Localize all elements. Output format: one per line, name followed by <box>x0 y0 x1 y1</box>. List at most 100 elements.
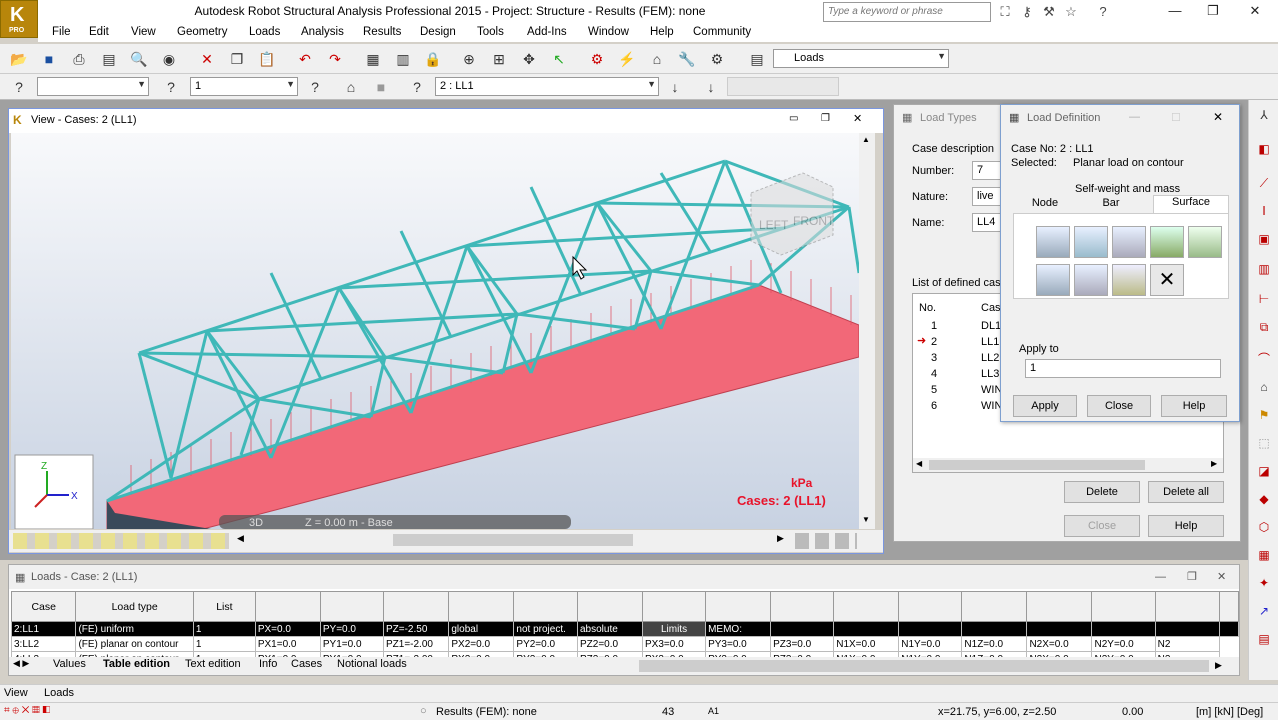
hydrostatic-load-icon[interactable] <box>1150 226 1184 258</box>
menu-file[interactable]: File <box>52 26 71 38</box>
view-tools-strip[interactable] <box>13 533 229 549</box>
horizontal-scroll-thumb[interactable] <box>393 534 633 546</box>
ld-close-text-button[interactable]: Close <box>1087 395 1151 417</box>
table-cell[interactable]: N1Y=0.0 <box>898 636 963 652</box>
tab-table-edition[interactable]: Table edition <box>103 658 170 670</box>
contour-load-icon[interactable] <box>1036 264 1070 296</box>
table-header[interactable] <box>1154 591 1220 622</box>
preview-icon[interactable]: 🔍 <box>128 48 150 70</box>
view-vertical-scrollbar[interactable]: ▲ ▼ <box>859 133 875 529</box>
list-item[interactable]: LL3 <box>981 368 999 380</box>
list-item[interactable]: LL1 <box>981 336 999 348</box>
arc-icon[interactable]: ⌒ <box>1255 350 1273 368</box>
gray-square-icon[interactable]: ■ <box>370 76 392 98</box>
support-icon[interactable]: ⅄ <box>1255 106 1273 124</box>
table-cell[interactable]: PY2=0.0 <box>513 636 578 652</box>
table-cell[interactable] <box>898 621 963 637</box>
table-cell[interactable]: PX=0.0 <box>254 621 321 637</box>
layout-combo[interactable]: Loads ▼ <box>773 49 949 68</box>
table-cell[interactable]: N2 <box>1154 636 1220 652</box>
tab-bar[interactable]: Bar <box>1079 197 1143 213</box>
status-tools-icon[interactable]: ⌗ ⊕ ✕ ▦ ◧ <box>4 705 50 716</box>
node-icon[interactable]: ✦ <box>1255 574 1273 592</box>
uniform-load-icon[interactable] <box>1036 226 1070 258</box>
minimize-button[interactable]: — <box>1160 2 1190 20</box>
scroll-right-icon[interactable]: ▶ <box>1211 459 1217 468</box>
panel-icon[interactable]: ▣ <box>1255 230 1273 248</box>
search-input[interactable]: Type a keyword or phrase <box>823 2 991 22</box>
save-icon[interactable]: ■ <box>38 48 60 70</box>
cases-hscrollbar[interactable]: ◀ ▶ <box>913 458 1223 472</box>
table-cell[interactable]: global <box>448 621 515 637</box>
menu-edit[interactable]: Edit <box>89 26 109 38</box>
grid-icon[interactable]: ▥ <box>1255 260 1273 278</box>
table-cell[interactable] <box>770 621 835 637</box>
table-cell[interactable]: N2X=0.0 <box>1026 636 1093 652</box>
case-icon[interactable]: ? <box>406 76 428 98</box>
truss-model[interactable]: LEFT FRONT Z X kPa Cases: 2 (LL1) 3D Z =… <box>11 133 859 529</box>
modify-icon[interactable]: ⚡ <box>616 48 638 70</box>
profile-icon[interactable]: Ⅰ <box>1255 202 1273 220</box>
menu-help[interactable]: Help <box>650 26 674 38</box>
release-icon[interactable]: ⊢ <box>1255 290 1273 308</box>
list-item[interactable]: 2 <box>931 336 937 348</box>
scroll-left-icon[interactable]: ◀ <box>237 533 244 544</box>
shape-icon[interactable]: ⬚ <box>1255 434 1273 452</box>
table-cell[interactable]: PZ3=0.0 <box>770 636 835 652</box>
erase-icon[interactable]: ◆ <box>1255 490 1273 508</box>
bar-select-icon[interactable]: ? <box>304 76 326 98</box>
key-icon[interactable]: ⚷ <box>1018 3 1036 21</box>
scroll-down-icon[interactable]: ▼ <box>862 515 870 524</box>
load-types-help-button[interactable]: Help <box>1148 515 1224 537</box>
table-cell[interactable]: Limits <box>641 621 707 637</box>
menu-view[interactable]: View <box>131 26 156 38</box>
loads-close-button[interactable]: ✕ <box>1217 570 1226 583</box>
table-cell[interactable]: PX2=0.0 <box>448 636 515 652</box>
menu-addins[interactable]: Add-Ins <box>527 26 567 38</box>
app-logo[interactable]: K PRO <box>0 0 38 38</box>
load-arrow-icon[interactable]: ↓ <box>664 76 686 98</box>
table-cell[interactable]: PZ2=0.0 <box>576 636 643 652</box>
delete-icon[interactable]: ✕ <box>196 48 218 70</box>
print-icon[interactable]: ⎙ <box>68 48 90 70</box>
table-cell[interactable]: 1 <box>192 636 256 652</box>
ld-help-button[interactable]: Help <box>1161 395 1227 417</box>
number-field[interactable]: 7 <box>972 161 1002 180</box>
binoculars-icon[interactable]: ⛶ <box>996 3 1014 21</box>
table-cell[interactable]: PY1=0.0 <box>319 636 384 652</box>
selection-combo[interactable]: ▼ <box>37 77 149 96</box>
table-cell[interactable]: MEMO: <box>705 621 772 637</box>
zoom-icon[interactable]: ⊕ <box>458 48 480 70</box>
calculator-icon[interactable]: ▦ <box>362 48 384 70</box>
structure-icon[interactable]: ⌂ <box>646 48 668 70</box>
table-header[interactable] <box>576 591 643 622</box>
table-header[interactable] <box>448 591 515 622</box>
tab-surface[interactable]: Surface <box>1153 195 1229 213</box>
table-header[interactable] <box>513 591 578 622</box>
delete-button[interactable]: Delete <box>1064 481 1140 503</box>
table-cell[interactable] <box>833 621 900 637</box>
table-header[interactable] <box>382 591 450 622</box>
star-icon[interactable]: ☆ <box>1062 3 1080 21</box>
pan-icon[interactable]: ✥ <box>518 48 540 70</box>
table-cell[interactable] <box>1026 621 1093 637</box>
tab-info[interactable]: Info <box>259 658 277 670</box>
settings-icon[interactable]: ⚙ <box>706 48 728 70</box>
table-cell[interactable]: PX3=0.0 <box>641 636 707 652</box>
table-cell[interactable]: N1Z=0.0 <box>961 636 1028 652</box>
menu-tools[interactable]: Tools <box>477 26 504 38</box>
tab-text-edition[interactable]: Text edition <box>185 658 241 670</box>
wrench-icon[interactable]: 🔧 <box>676 48 698 70</box>
linear-load-icon[interactable] <box>1112 226 1146 258</box>
line-load-icon[interactable] <box>1112 264 1146 296</box>
solid-icon[interactable]: ◪ <box>1255 462 1273 480</box>
name-field[interactable]: LL4 <box>972 213 1002 232</box>
select-icon[interactable]: ↖ <box>548 48 570 70</box>
table-cell[interactable]: PY=0.0 <box>319 621 384 637</box>
cases-hscroll-thumb[interactable] <box>929 460 1145 470</box>
open-icon[interactable]: 📂 <box>8 48 30 70</box>
print-preview-icon[interactable]: ▤ <box>98 48 120 70</box>
apply-button[interactable]: Apply <box>1013 395 1077 417</box>
help-icon[interactable]: ? <box>1094 3 1112 21</box>
menu-window[interactable]: Window <box>588 26 629 38</box>
